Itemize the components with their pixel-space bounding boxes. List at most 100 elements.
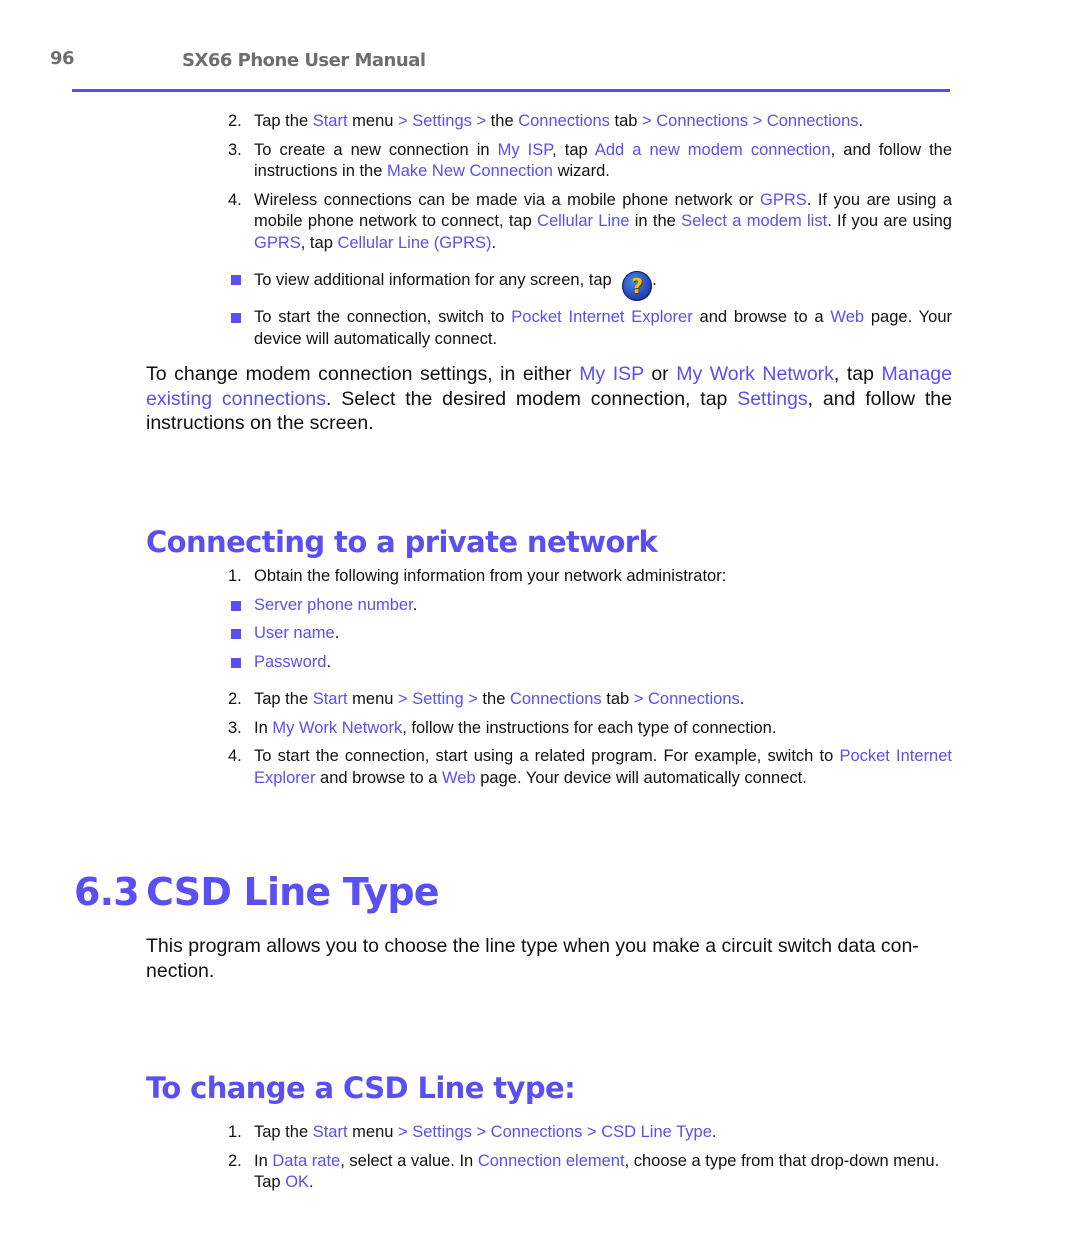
bullet-square-icon — [231, 629, 241, 639]
step-number: 2. — [228, 1151, 242, 1170]
link-data-rate[interactable]: Data rate — [272, 1152, 340, 1170]
text: To change modem connection settings, in … — [146, 363, 580, 385]
link-settings[interactable]: > Settings > — [398, 112, 486, 130]
step-number: 1. — [228, 567, 242, 585]
text: tab — [601, 690, 634, 708]
link-my-isp[interactable]: My ISP — [498, 141, 553, 159]
step-item: 1. Tap the Start menu > Settings > Conne… — [228, 1122, 952, 1144]
link-settings[interactable]: Settings — [737, 388, 807, 410]
text: . — [711, 1123, 717, 1141]
link-web[interactable]: Web — [442, 769, 476, 787]
link-start[interactable]: Start — [313, 690, 348, 708]
bullet-item: To view additional information for any s… — [228, 266, 952, 301]
text: . Select the desired modem connection, t… — [326, 387, 738, 410]
step-number: 4. — [228, 747, 242, 765]
info-label-user-name: User name — [254, 624, 335, 642]
step-item: 1. Obtain the following information from… — [228, 566, 952, 588]
text: . — [652, 271, 657, 289]
link-my-work-network[interactable]: My Work Network — [272, 719, 402, 737]
info-item: Server phone number. — [228, 595, 952, 617]
link-ok[interactable]: OK — [285, 1173, 309, 1191]
text: . If you are using — [827, 212, 952, 230]
text: . — [334, 624, 340, 642]
link-cellular-line[interactable]: Cellular Line — [537, 212, 629, 230]
link-connections-tab[interactable]: Connections — [510, 690, 602, 708]
text: . — [858, 112, 864, 130]
link-select-modem-list[interactable]: Select a modem list — [681, 212, 827, 230]
text: and browse to a — [692, 308, 831, 326]
link-start[interactable]: Start — [313, 112, 348, 130]
link-start[interactable]: Start — [313, 1123, 348, 1141]
text: Tap the — [254, 112, 313, 130]
link-connections[interactable]: > Connections — [634, 690, 740, 708]
text: , tap — [300, 233, 338, 252]
step-item: 2. Tap the Start menu > Settings > the C… — [228, 111, 952, 133]
chapter-heading: 6.3 CSD Line Type — [74, 870, 440, 914]
bullet-square-icon — [231, 657, 241, 668]
info-item: User name. — [228, 623, 952, 645]
info-item: Password. — [228, 652, 952, 674]
private-network-steps: 1. Obtain the following information from… — [228, 566, 952, 789]
step-number: 3. — [228, 140, 242, 159]
text: page. Your device will automatically con… — [475, 768, 807, 787]
link-connection-element[interactable]: Connection element — [478, 1152, 625, 1170]
text: Obtain the following information from yo… — [254, 567, 727, 585]
link-cellular-line-gprs[interactable]: Cellular Line (GPRS) — [337, 234, 491, 252]
step-number: 1. — [228, 1123, 242, 1141]
bullet-item: To start the connection, switch to Pocke… — [228, 307, 952, 350]
step-number: 2. — [228, 690, 242, 708]
text: or — [643, 363, 677, 385]
header-divider — [72, 89, 950, 92]
link-web[interactable]: Web — [830, 308, 864, 326]
text: . — [491, 233, 497, 252]
step-number: 3. — [228, 718, 242, 737]
link-my-isp[interactable]: My ISP — [579, 363, 644, 385]
text: In — [254, 1151, 273, 1170]
link-my-work-network[interactable]: My Work Network — [676, 363, 834, 385]
link-gprs[interactable]: GPRS — [760, 191, 807, 209]
step-item: 4. Wireless connections can be made via … — [228, 190, 952, 255]
text: tab — [609, 112, 643, 130]
bullet-square-icon — [231, 313, 241, 323]
text: , tap — [833, 363, 882, 385]
step-item: 2. In Data rate, select a value. In Conn… — [228, 1151, 952, 1194]
text: menu — [347, 1123, 399, 1141]
text: menu — [347, 112, 399, 130]
text: Tap the — [254, 1123, 313, 1141]
text: the — [486, 112, 519, 130]
csd-steps-list: 1. Tap the Start menu > Settings > Conne… — [228, 1122, 952, 1194]
text: To view additional information for any s… — [254, 271, 617, 289]
step-item: 4. To start the connection, start using … — [228, 746, 952, 789]
link-pocket-internet-explorer[interactable]: Pocket Internet Explorer — [511, 308, 692, 326]
text: To start the connection, switch to — [254, 308, 512, 326]
text: Tap the — [254, 690, 313, 708]
text: To start the connection, start using a r… — [254, 747, 840, 765]
section-title: CSD Line Type — [146, 870, 440, 914]
text: . — [326, 652, 332, 671]
link-setting[interactable]: > Setting > — [398, 690, 478, 708]
text: , follow the instructions for each type … — [402, 718, 777, 737]
section-heading-private-network: Connecting to a private network — [146, 525, 658, 559]
help-icon[interactable]: ? — [622, 271, 653, 301]
step-item: 3. To create a new connection in My ISP,… — [228, 140, 952, 183]
section-number: 6.3 — [74, 870, 140, 914]
page-number: 96 — [50, 48, 75, 69]
modem-settings-paragraph: To change modem connection settings, in … — [146, 362, 952, 436]
text: To create a new connection in — [254, 140, 498, 159]
link-add-modem-connection[interactable]: Add a new modem connection — [595, 141, 831, 159]
link-make-new-connection[interactable]: Make New Connection — [387, 162, 553, 180]
text: , select a value. In — [340, 1151, 478, 1170]
text: . — [309, 1173, 314, 1191]
link-connections-tab[interactable]: Connections — [518, 112, 610, 130]
step-number: 4. — [228, 190, 242, 209]
text: wizard. — [552, 162, 610, 180]
bullet-square-icon — [231, 275, 241, 285]
link-csd-line-type-path[interactable]: > Settings > Connections > CSD Line Type — [398, 1123, 712, 1141]
text: . — [739, 690, 745, 708]
manual-title: SX66 Phone User Manual — [182, 50, 426, 71]
link-gprs[interactable]: GPRS — [254, 234, 301, 252]
link-connections-path[interactable]: > Connections > Connections — [642, 112, 858, 130]
text: , tap — [552, 140, 595, 159]
bullet-square-icon — [231, 600, 241, 611]
text: and browse to a — [315, 768, 443, 787]
